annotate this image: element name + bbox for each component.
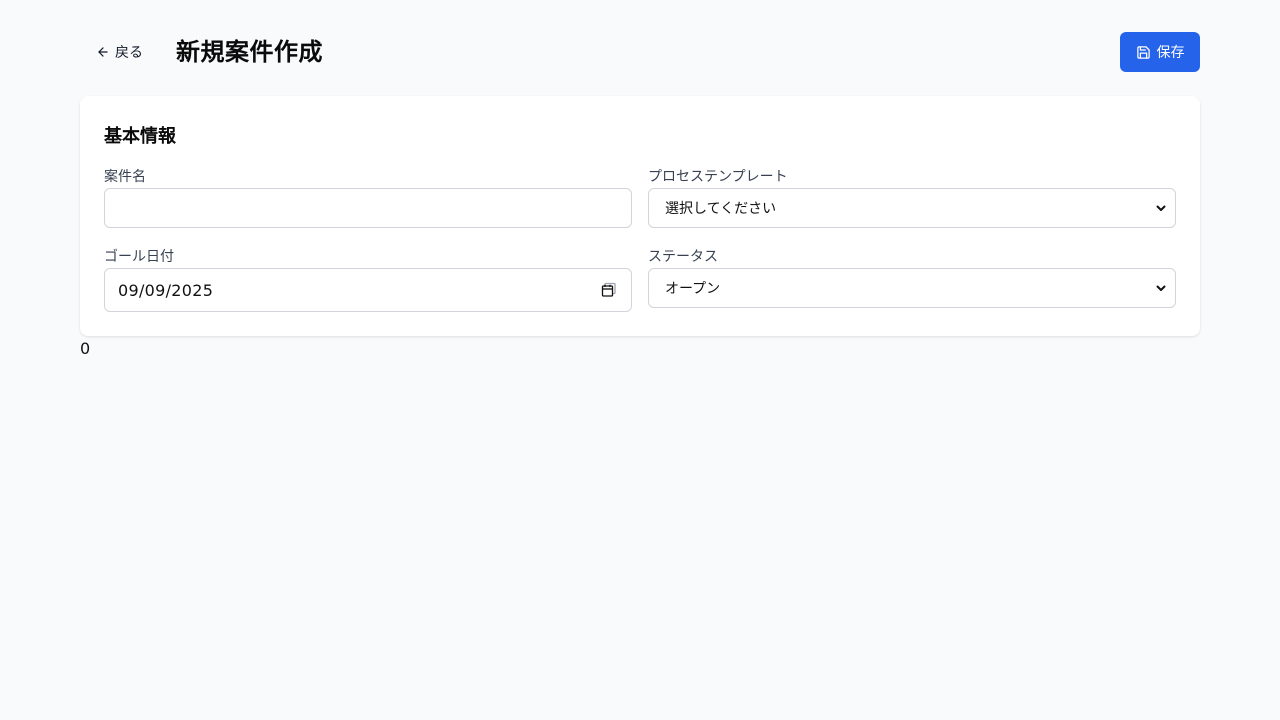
- save-button-label: 保存: [1156, 45, 1185, 61]
- chevron-down-icon: [1156, 205, 1166, 211]
- case-name-label: 案件名: [104, 169, 146, 185]
- page: 戻る 新規案件作成 保存 基本情報 案件名 プロセステンプレート 選択してくださ…: [0, 0, 1280, 720]
- goal-date-label: ゴール日付: [104, 249, 174, 265]
- calendar-icon[interactable]: [600, 281, 618, 299]
- arrow-left-icon: [98, 47, 108, 57]
- card-title: 基本情報: [104, 126, 176, 147]
- goal-date-value: 09/09/2025: [118, 280, 214, 300]
- save-button[interactable]: 保存: [1120, 32, 1200, 72]
- back-button[interactable]: 戻る: [88, 32, 151, 72]
- case-name-input[interactable]: [104, 188, 632, 228]
- basic-info-card: 基本情報 案件名 プロセステンプレート 選択してください ゴール日付 09/09…: [80, 96, 1200, 336]
- header: 戻る 新規案件作成 保存: [80, 32, 1200, 72]
- back-button-label: 戻る: [115, 45, 143, 61]
- process-template-label: プロセステンプレート: [648, 169, 788, 185]
- save-icon: [1136, 45, 1150, 59]
- goal-date-input[interactable]: 09/09/2025: [104, 268, 632, 312]
- footer-text: 0: [80, 339, 91, 358]
- chevron-down-icon: [1156, 285, 1166, 291]
- process-template-selected: 選択してください: [665, 201, 777, 217]
- status-label: ステータス: [648, 249, 718, 265]
- status-selected: オープン: [665, 281, 721, 297]
- process-template-select[interactable]: 選択してください: [648, 188, 1176, 228]
- status-select[interactable]: オープン: [648, 268, 1176, 308]
- page-title: 新規案件作成: [176, 38, 323, 66]
